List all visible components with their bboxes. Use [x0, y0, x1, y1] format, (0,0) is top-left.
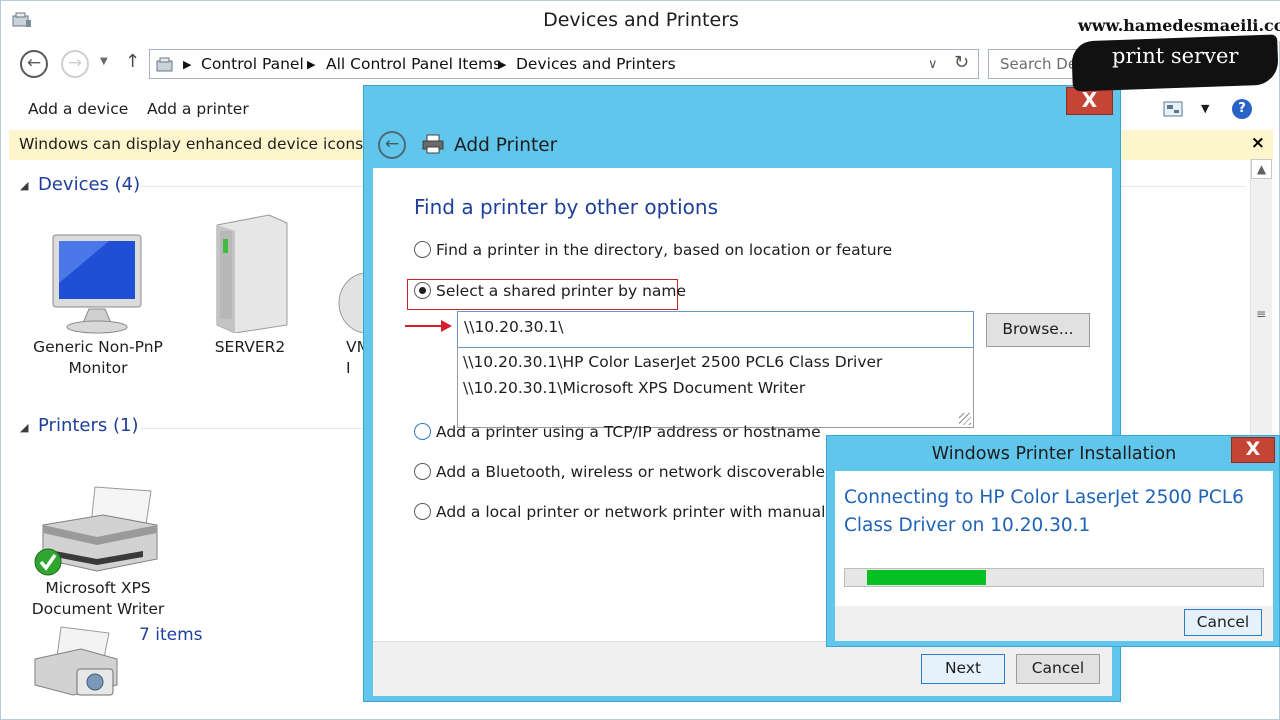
address-bar[interactable]: ▶ Control Panel ▶ All Control Panel Item…	[149, 49, 979, 79]
group-divider	[141, 428, 366, 429]
watermark-label: print server	[1112, 44, 1239, 68]
printer-label-line: Document Writer	[31, 600, 165, 618]
up-arrow-icon[interactable]: ↑	[125, 51, 140, 72]
radio-button[interactable]	[414, 423, 431, 440]
status-message: Connecting to HP Color LaserJet 2500 PCL…	[844, 487, 1244, 536]
next-button[interactable]: Next	[921, 654, 1005, 684]
suggestion-item[interactable]: \\10.20.30.1\HP Color LaserJet 2500 PCL6…	[463, 353, 882, 371]
recent-locations-chevron-icon[interactable]: ▼	[100, 56, 108, 67]
page-heading: Find a printer by other options	[414, 195, 719, 219]
dialog-footer: Next Cancel	[373, 641, 1112, 696]
back-arrow-icon: ←	[384, 134, 400, 154]
back-button[interactable]: ←	[378, 131, 406, 159]
breadcrumb-control-panel[interactable]: Control Panel	[201, 55, 304, 73]
server-icon[interactable]	[209, 209, 293, 333]
back-button[interactable]: ←	[20, 50, 48, 78]
collapse-printers-icon[interactable]: ◢	[20, 421, 28, 434]
dialog-content: Connecting to HP Color LaserJet 2500 PCL…	[835, 471, 1273, 606]
dialog-footer: Cancel	[835, 606, 1273, 641]
autocomplete-list: \\10.20.30.1\HP Color LaserJet 2500 PCL6…	[457, 348, 974, 428]
device-label-line: Generic Non-PnP	[33, 338, 163, 356]
radio-button[interactable]	[414, 241, 431, 258]
progress-fill	[867, 570, 986, 585]
option-label: Add a local printer or network printer w…	[436, 503, 893, 521]
dialog-title: Add Printer	[454, 135, 558, 156]
close-button[interactable]: X	[1066, 87, 1113, 115]
cancel-button[interactable]: Cancel	[1184, 609, 1262, 636]
monitor-icon[interactable]	[49, 231, 145, 335]
suggestion-item[interactable]: \\10.20.30.1\Microsoft XPS Document Writ…	[463, 379, 805, 397]
resize-grip-icon[interactable]	[959, 413, 971, 425]
radio-button[interactable]	[414, 463, 431, 480]
view-options-chevron-icon[interactable]: ▼	[1201, 102, 1209, 115]
change-view-icon[interactable]	[1163, 101, 1183, 117]
printer-icon[interactable]	[33, 481, 163, 577]
breadcrumb-all-items[interactable]: All Control Panel Items	[326, 55, 501, 73]
close-button[interactable]: X	[1231, 437, 1275, 463]
device-label-server: SERVER2	[214, 338, 286, 356]
annotation-arrow	[405, 325, 443, 327]
address-dropdown-chevron-icon[interactable]: ∨	[928, 57, 938, 72]
printer-name-input[interactable]: \\10.20.30.1\	[457, 311, 974, 348]
printer-label-xps: Microsoft XPS Document Writer	[23, 578, 173, 620]
info-bar-close-icon[interactable]: ×	[1251, 133, 1265, 153]
option-label: Select a shared printer by name	[436, 282, 687, 300]
dialog-title: Windows Printer Installation	[931, 444, 1177, 464]
option-directory[interactable]: Find a printer in the directory, based o…	[414, 241, 892, 259]
scroll-grip-icon[interactable]: ≡	[1256, 307, 1266, 321]
collapse-devices-icon[interactable]: ◢	[20, 179, 28, 192]
refresh-icon[interactable]: ↻	[954, 52, 969, 73]
option-local[interactable]: Add a local printer or network printer w…	[414, 503, 892, 521]
printer-installation-dialog: Windows Printer Installation X Connectin…	[826, 435, 1280, 647]
scroll-up-arrow-icon[interactable]: ▲	[1251, 159, 1272, 179]
forward-button[interactable]: →	[61, 50, 89, 78]
option-label: Find a printer in the directory, based o…	[436, 241, 893, 259]
help-icon[interactable]: ?	[1232, 99, 1252, 119]
add-printer-button[interactable]: Add a printer	[147, 100, 249, 118]
option-tcpip[interactable]: Add a printer using a TCP/IP address or …	[414, 423, 821, 441]
breadcrumb-separator-icon: ▶	[307, 58, 316, 71]
scrollbar[interactable]: ▲ ≡	[1250, 159, 1272, 439]
option-shared-by-name[interactable]: Select a shared printer by name	[414, 282, 686, 300]
breadcrumb-separator-icon: ▶	[183, 58, 192, 71]
breadcrumb-separator-icon: ▶	[498, 58, 507, 71]
radio-button[interactable]	[414, 503, 431, 520]
device-label-monitor: Generic Non-PnP Monitor	[23, 337, 173, 379]
option-label: Add a Bluetooth, wireless or network dis…	[436, 463, 883, 481]
browse-button[interactable]: Browse...	[986, 313, 1090, 347]
printer-icon	[422, 134, 444, 154]
printer-label-line: Microsoft XPS	[45, 579, 151, 597]
back-arrow-icon: ←	[26, 53, 42, 73]
cancel-button[interactable]: Cancel	[1016, 654, 1100, 684]
devices-group-title[interactable]: Devices (4)	[38, 174, 140, 195]
add-device-button[interactable]: Add a device	[28, 100, 128, 118]
option-bluetooth[interactable]: Add a Bluetooth, wireless or network dis…	[414, 463, 882, 481]
items-count: 7 items	[139, 625, 203, 645]
printers-summary-icon	[34, 626, 118, 696]
forward-arrow-icon: →	[67, 53, 83, 73]
breadcrumb-devices-and-printers[interactable]: Devices and Printers	[516, 55, 676, 73]
device-label-line: Monitor	[68, 359, 128, 377]
printers-group-title[interactable]: Printers (1)	[38, 415, 138, 436]
annotation-arrow-head-icon	[441, 320, 452, 332]
watermark-url: www.hamedesmaeili.com	[1078, 16, 1280, 35]
location-icon	[156, 57, 173, 72]
option-label: Add a printer using a TCP/IP address or …	[436, 423, 821, 441]
radio-button-selected[interactable]	[414, 282, 431, 299]
progress-bar	[844, 568, 1264, 587]
info-bar-text: Windows can display enhanced device icon…	[19, 135, 398, 153]
